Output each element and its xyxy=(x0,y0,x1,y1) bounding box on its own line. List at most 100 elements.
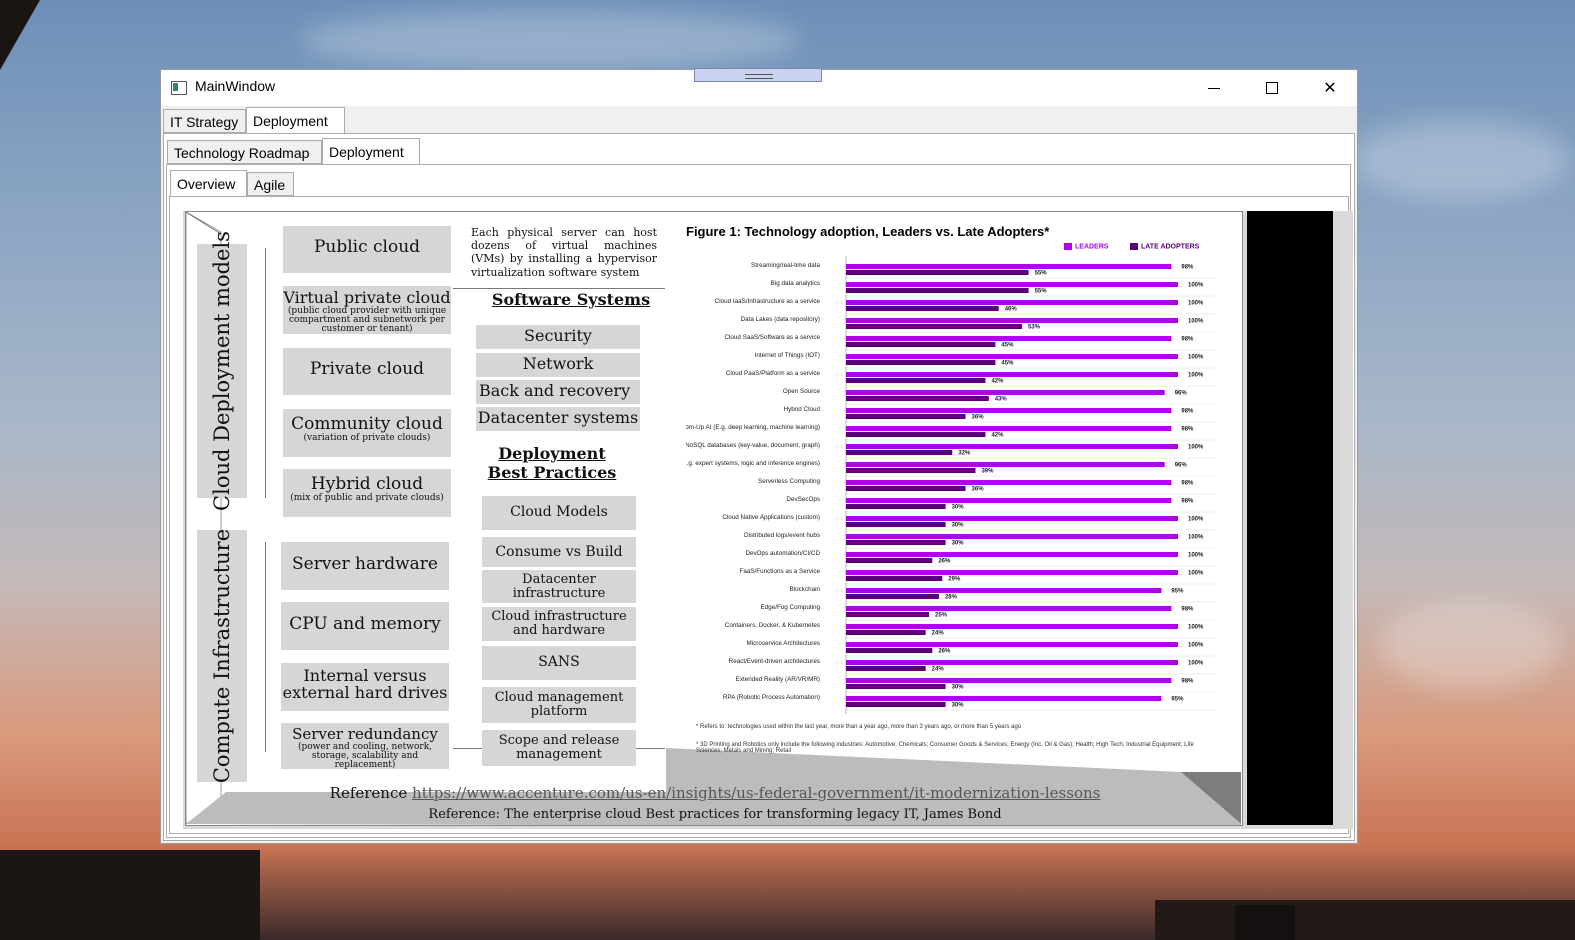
bar-leaders xyxy=(846,408,1172,413)
data-label: 95% xyxy=(1171,697,1184,703)
minimize-button[interactable] xyxy=(1185,70,1243,106)
category-label: NoSQL databases (key-value, document, gr… xyxy=(686,442,820,449)
slide-image: Cloud Deployment models Compute Infrastr… xyxy=(185,211,1243,826)
vlabel-compute: Compute Infrastructure xyxy=(197,529,247,783)
tab-deployment-sub[interactable]: Deployment xyxy=(322,138,420,165)
data-label: 98% xyxy=(1181,499,1194,505)
box-datacenter-infrastructure: Datacenter infrastructure xyxy=(482,570,636,603)
category-label: Big data analytics xyxy=(771,280,820,287)
data-label: 30% xyxy=(952,523,965,529)
data-label: 100% xyxy=(1188,517,1204,523)
data-label: 24% xyxy=(932,631,945,637)
bar-late-adopters xyxy=(846,432,986,437)
bar-late-adopters xyxy=(846,576,943,581)
category-label: RPA (Robotic Process Automation) xyxy=(723,694,820,701)
data-label: 26% xyxy=(938,559,951,565)
bar-late-adopters xyxy=(846,522,946,527)
data-label: 45% xyxy=(1001,361,1014,367)
close-button[interactable]: ✕ xyxy=(1301,70,1359,106)
drag-handle[interactable] xyxy=(694,68,822,82)
data-label: 95% xyxy=(1171,589,1184,595)
data-label: 42% xyxy=(991,379,1004,385)
box-network: Network xyxy=(476,353,640,377)
category-label: Top-Down AI (E.g. expert systems, logic … xyxy=(686,460,820,467)
category-label: Blockchain xyxy=(790,586,821,593)
data-label: 26% xyxy=(938,649,951,655)
data-label: 25% xyxy=(935,613,948,619)
tab-overview[interactable]: Overview xyxy=(170,170,247,197)
box-server-hardware: Server hardware xyxy=(281,542,449,590)
bar-leaders xyxy=(846,552,1178,557)
data-label: 36% xyxy=(972,415,985,421)
data-label: 55% xyxy=(1035,289,1048,295)
data-label: 100% xyxy=(1188,373,1204,379)
data-label: 30% xyxy=(952,685,965,691)
data-label: 100% xyxy=(1188,571,1204,577)
background-corner xyxy=(0,0,40,70)
bar-late-adopters xyxy=(846,468,976,473)
category-label: DevOps automation/CI/CD xyxy=(745,550,820,557)
data-label: 30% xyxy=(952,703,965,709)
bar-leaders xyxy=(846,264,1172,269)
box-scope-release: Scope and release management xyxy=(482,730,636,766)
chart-note-2: * 3D Printing and Robotics only include … xyxy=(696,742,1194,754)
legend-leaders: LEADERS xyxy=(1064,243,1108,250)
data-label: 100% xyxy=(1188,355,1204,361)
category-label: Open Source xyxy=(783,388,821,395)
category-label: Hybrid Cloud xyxy=(784,406,821,413)
box-cloud-management: Cloud management platform xyxy=(482,687,636,723)
maximize-button[interactable] xyxy=(1243,70,1301,106)
category-label: Edge/Fog Computing xyxy=(760,604,820,611)
category-label: Distributed logs/event hubs xyxy=(744,532,820,539)
data-label: 100% xyxy=(1188,643,1204,649)
data-label: 98% xyxy=(1181,607,1194,613)
city-skyline-right xyxy=(1155,900,1575,940)
data-label: 98% xyxy=(1181,409,1194,415)
data-label: 98% xyxy=(1181,679,1194,685)
bar-leaders xyxy=(846,660,1178,665)
bar-leaders xyxy=(846,534,1178,539)
reference-2: Reference: The enterprise cloud Best pra… xyxy=(428,807,1002,822)
data-label: 24% xyxy=(932,667,945,673)
main-window: MainWindow ✕ IT Strategy Deployment Tech… xyxy=(160,69,1358,844)
bar-late-adopters xyxy=(846,288,1029,293)
bar-late-adopters xyxy=(846,684,946,689)
box-hard-drives: Internal versus external hard drives xyxy=(281,663,449,711)
category-label: Cloud PaaS/Platform as a service xyxy=(726,370,821,377)
bar-leaders xyxy=(846,480,1172,485)
category-label: Cloud IaaS/Infrastructure as a service xyxy=(715,298,821,305)
tab-technology-roadmap[interactable]: Technology Roadmap xyxy=(167,140,322,164)
bar-leaders xyxy=(846,624,1178,629)
bar-leaders xyxy=(846,678,1172,683)
black-panel xyxy=(1247,211,1333,825)
data-label: 98% xyxy=(1181,337,1194,343)
data-label: 43% xyxy=(995,397,1008,403)
tabs-level2: Technology Roadmap Deployment xyxy=(167,138,1347,166)
data-label: 98% xyxy=(1181,265,1194,271)
chart-note-1: * Refers to: technologies used within th… xyxy=(696,724,1022,730)
bar-late-adopters xyxy=(846,666,926,671)
bar-late-adopters xyxy=(846,594,939,599)
category-label: Cloud SaaS/Software as a service xyxy=(724,334,820,341)
data-label: 42% xyxy=(991,433,1004,439)
box-virtual-private-cloud: Virtual private cloud (public cloud provi… xyxy=(283,286,451,334)
data-label: 100% xyxy=(1188,625,1204,631)
tab-it-strategy[interactable]: IT Strategy xyxy=(163,109,246,133)
box-consume-build: Consume vs Build xyxy=(482,537,636,567)
data-label: 100% xyxy=(1188,301,1204,307)
bar-leaders xyxy=(846,354,1178,359)
vlabel-cloud-models: Cloud Deployment models xyxy=(197,231,247,511)
category-label: Internet of Things (IOT) xyxy=(755,352,820,359)
bar-leaders xyxy=(846,318,1178,323)
data-label: 55% xyxy=(1035,271,1048,277)
paragraph-vms: Each physical server can host dozens of … xyxy=(471,226,657,279)
bar-late-adopters xyxy=(846,342,996,347)
reference-link[interactable]: https://www.accenture.com/us-en/insights… xyxy=(412,784,1100,802)
tab-agile[interactable]: Agile xyxy=(247,172,294,196)
box-server-redundancy: Server redundancy (power and cooling, net… xyxy=(281,723,449,769)
bar-leaders xyxy=(846,642,1178,647)
tabs-level1: IT Strategy Deployment xyxy=(163,107,1353,135)
overview-content: Cloud Deployment models Compute Infrastr… xyxy=(183,211,1353,829)
tab-deployment[interactable]: Deployment xyxy=(246,107,345,134)
bar-leaders xyxy=(846,606,1172,611)
